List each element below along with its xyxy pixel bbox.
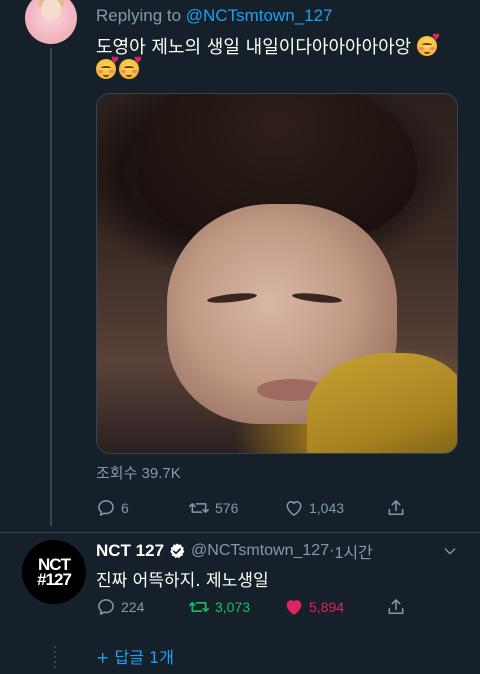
retweet-icon bbox=[189, 503, 209, 513]
retweet-button[interactable]: 576 bbox=[188, 498, 238, 518]
tweet-header: NCT 127 @NCTsmtown_127 · 1시간 bbox=[96, 540, 373, 562]
thread-dots bbox=[54, 646, 56, 671]
tweet-text: 진짜 어뜩하지. 제노생일 bbox=[96, 571, 269, 591]
retweet-icon bbox=[188, 602, 209, 612]
replying-prefix: Replying to bbox=[96, 6, 186, 25]
avatar-caption bbox=[33, 28, 69, 36]
heart-icon bbox=[286, 501, 302, 516]
share-button[interactable] bbox=[386, 498, 411, 518]
avatar[interactable] bbox=[25, 0, 77, 44]
like-count: 5,894 bbox=[309, 599, 345, 615]
heart-icon bbox=[286, 600, 302, 615]
tweet-handle[interactable]: @NCTsmtown_127 bbox=[191, 542, 329, 560]
replying-to: Replying to @NCTsmtown_127 bbox=[96, 6, 332, 26]
reply-button[interactable]: 6 bbox=[96, 498, 129, 518]
reply-icon bbox=[98, 500, 114, 516]
tweet-divider bbox=[0, 532, 480, 533]
avatar[interactable]: NCT #127 bbox=[22, 540, 86, 604]
replying-handle-link[interactable]: @NCTsmtown_127 bbox=[186, 6, 333, 25]
share-icon bbox=[388, 500, 404, 515]
retweet-count: 576 bbox=[215, 500, 239, 516]
reply-button[interactable]: 224 bbox=[96, 597, 144, 617]
reply-count: 224 bbox=[121, 599, 145, 615]
chevron-down-icon[interactable] bbox=[442, 543, 458, 564]
like-button[interactable]: 1,043 bbox=[284, 498, 344, 518]
thread-line bbox=[50, 48, 52, 526]
reply-count: 6 bbox=[121, 500, 129, 516]
display-name[interactable]: NCT 127 bbox=[96, 541, 164, 561]
like-button[interactable]: 5,894 bbox=[284, 597, 344, 617]
smiling-face-with-hearts-icon: ♥ bbox=[119, 57, 142, 79]
smiling-face-with-hearts-icon: ♥ bbox=[416, 34, 440, 56]
share-icon bbox=[388, 599, 404, 614]
tweet-text: 도영아 제노의 생일 내일이다아아아아아앙 ♥ ♥ ♥ bbox=[96, 34, 456, 82]
tweet-time[interactable]: 1시간 bbox=[334, 539, 372, 563]
tweet-text-content: 도영아 제노의 생일 내일이다아아아아아앙 bbox=[96, 37, 412, 58]
retweet-button[interactable]: 3,073 bbox=[188, 597, 250, 617]
avatar-logo-line2: #127 bbox=[37, 570, 72, 589]
view-count: 조회수 39.7K bbox=[96, 465, 181, 482]
retweet-count: 3,073 bbox=[215, 599, 251, 615]
reply-icon bbox=[98, 599, 114, 615]
tweet-video-media[interactable] bbox=[96, 93, 458, 454]
like-count: 1,043 bbox=[309, 500, 345, 516]
avatar-face bbox=[41, 0, 61, 20]
smiling-face-with-hearts-icon: ♥ bbox=[96, 57, 119, 79]
verified-badge-icon bbox=[168, 542, 186, 560]
share-button[interactable] bbox=[386, 597, 411, 617]
show-more-replies-link[interactable]: + 답글 1개 bbox=[96, 644, 174, 668]
